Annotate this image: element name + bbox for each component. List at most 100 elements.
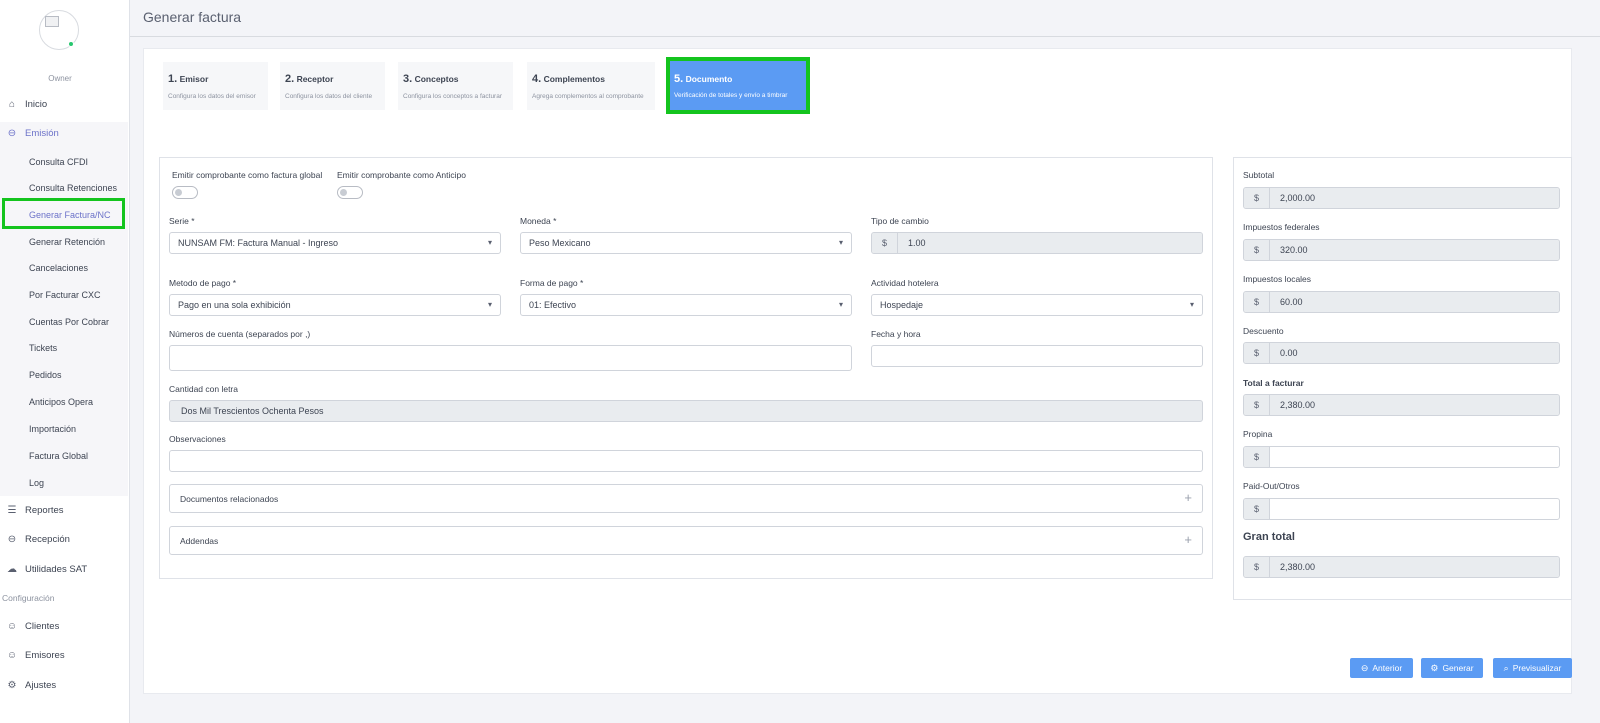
global-invoice-toggle[interactable] bbox=[172, 186, 198, 199]
addendas-accordion[interactable]: Addendas + bbox=[169, 526, 1203, 555]
nav-emision[interactable]: ⊖ Emisión bbox=[0, 122, 128, 144]
accordion-label: Documentos relacionados bbox=[180, 494, 279, 504]
propina-input[interactable] bbox=[1270, 447, 1559, 467]
gran-total-label: Gran total bbox=[1243, 531, 1295, 543]
gran-total-value: 2,380.00 bbox=[1270, 557, 1559, 577]
currency-addon: $ bbox=[1244, 292, 1270, 312]
impuestos-federales-value: 320.00 bbox=[1270, 240, 1559, 260]
fecha-hora-label: Fecha y hora bbox=[871, 329, 921, 339]
subtotal-field: $ 2,000.00 bbox=[1243, 187, 1560, 209]
submenu-consulta-cfdi[interactable]: Consulta CFDI bbox=[29, 154, 88, 170]
descuento-label: Descuento bbox=[1243, 326, 1284, 336]
submenu-importacion[interactable]: Importación bbox=[29, 421, 76, 437]
step-documento[interactable]: 5. Documento Verificación de totales y e… bbox=[666, 57, 810, 114]
paid-out-label: Paid-Out/Otros bbox=[1243, 481, 1300, 491]
step-title: Receptor bbox=[296, 74, 334, 84]
global-toggle-label: Emitir comprobante como factura global bbox=[172, 170, 323, 180]
numeros-cuenta-input[interactable] bbox=[169, 345, 852, 371]
impuestos-locales-label: Impuestos locales bbox=[1243, 274, 1312, 284]
nav-clientes[interactable]: ☺ Clientes bbox=[0, 615, 128, 637]
step-description: Agrega complementos al comprobante bbox=[532, 93, 644, 100]
total-facturar-field: $ 2,380.00 bbox=[1243, 394, 1560, 416]
numeros-cuenta-label: Números de cuenta (separados por ,) bbox=[169, 329, 311, 339]
generar-button[interactable]: ⚙ Generar bbox=[1421, 658, 1483, 678]
currency-addon: $ bbox=[1244, 240, 1270, 260]
paid-out-field[interactable]: $ bbox=[1243, 498, 1560, 520]
nav-label: Emisión bbox=[25, 127, 59, 139]
tipo-cambio-value: 1.00 bbox=[898, 233, 1202, 253]
descuento-field: $ 0.00 bbox=[1243, 342, 1560, 364]
nav-emisores[interactable]: ☺ Emisores bbox=[0, 644, 128, 666]
propina-field[interactable]: $ bbox=[1243, 446, 1560, 468]
nav-ajustes[interactable]: ⚙ Ajustes bbox=[0, 674, 128, 696]
previsualizar-button[interactable]: ⌕ Previsualizar bbox=[1493, 658, 1572, 678]
broken-image-icon bbox=[45, 16, 59, 27]
currency-addon: $ bbox=[1244, 499, 1270, 519]
submenu-anticipos-opera[interactable]: Anticipos Opera bbox=[29, 394, 93, 410]
tipo-cambio-label: Tipo de cambio bbox=[871, 216, 929, 226]
button-label: Anterior bbox=[1372, 663, 1403, 673]
step-description: Verificación de totales y envío a timbra… bbox=[674, 92, 788, 99]
actividad-hotelera-select[interactable]: Hospedaje bbox=[871, 294, 1203, 316]
arrow-circle-icon: ⊖ bbox=[7, 127, 17, 139]
nav-inicio[interactable]: ⌂ Inicio bbox=[0, 93, 128, 115]
gear-icon: ⚙ bbox=[1430, 662, 1439, 673]
forma-pago-select[interactable]: 01: Efectivo bbox=[520, 294, 852, 316]
submenu-tickets[interactable]: Tickets bbox=[29, 340, 57, 356]
step-title: Complementos bbox=[543, 74, 605, 84]
arrow-left-circle-icon: ⊖ bbox=[1360, 662, 1369, 673]
propina-label: Propina bbox=[1243, 429, 1273, 439]
serie-label: Serie * bbox=[169, 216, 195, 226]
moneda-label: Moneda * bbox=[520, 216, 557, 226]
plus-icon: + bbox=[1184, 532, 1192, 547]
submenu-consulta-retenciones[interactable]: Consulta Retenciones bbox=[29, 180, 117, 196]
submenu-cuentas-por-cobrar[interactable]: Cuentas Por Cobrar bbox=[29, 314, 109, 330]
anticipo-toggle[interactable] bbox=[337, 186, 363, 199]
step-number: 3. bbox=[403, 73, 413, 85]
moneda-select[interactable]: Peso Mexicano bbox=[520, 232, 852, 254]
cloud-icon: ☁ bbox=[7, 563, 17, 575]
nav-recepcion[interactable]: ⊖ Recepción bbox=[0, 528, 128, 550]
total-facturar-value: 2,380.00 bbox=[1270, 395, 1559, 415]
paid-out-input[interactable] bbox=[1270, 499, 1559, 519]
impuestos-federales-label: Impuestos federales bbox=[1243, 222, 1320, 232]
anterior-button[interactable]: ⊖ Anterior bbox=[1350, 658, 1413, 678]
submenu-log[interactable]: Log bbox=[29, 475, 44, 491]
currency-addon: $ bbox=[1244, 447, 1270, 467]
users-icon: ☺ bbox=[6, 620, 18, 632]
step-receptor[interactable]: 2. Receptor Configura los datos del clie… bbox=[280, 62, 385, 110]
user-role: Owner bbox=[48, 74, 72, 83]
metodo-pago-select[interactable]: Pago en una sola exhibición bbox=[169, 294, 501, 316]
metodo-pago-label: Metodo de pago * bbox=[169, 278, 237, 288]
step-emisor[interactable]: 1. Emisor Configura los datos del emisor bbox=[163, 62, 268, 110]
currency-addon: $ bbox=[1244, 188, 1270, 208]
documentos-relacionados-accordion[interactable]: Documentos relacionados + bbox=[169, 484, 1203, 513]
avatar[interactable] bbox=[39, 10, 79, 50]
config-section-label: Configuración bbox=[2, 593, 55, 603]
sidebar: Owner ⌂ Inicio ⊖ Emisión Consulta CFDI C… bbox=[0, 0, 130, 723]
step-complementos[interactable]: 4. Complementos Agrega complementos al c… bbox=[527, 62, 655, 110]
nav-utilidades-sat[interactable]: ☁ Utilidades SAT bbox=[0, 558, 128, 580]
submenu-pedidos[interactable]: Pedidos bbox=[29, 367, 62, 383]
step-number: 4. bbox=[532, 73, 542, 85]
submenu-cancelaciones[interactable]: Cancelaciones bbox=[29, 260, 88, 276]
nav-label: Emisores bbox=[25, 649, 65, 661]
step-conceptos[interactable]: 3. Conceptos Configura los conceptos a f… bbox=[398, 62, 513, 110]
step-number: 5. bbox=[674, 73, 684, 85]
step-number: 2. bbox=[285, 73, 295, 85]
impuestos-federales-field: $ 320.00 bbox=[1243, 239, 1560, 261]
nav-reportes[interactable]: ☰ Reportes bbox=[0, 499, 128, 521]
observaciones-input[interactable] bbox=[169, 450, 1203, 472]
serie-select[interactable]: NUNSAM FM: Factura Manual - Ingreso bbox=[169, 232, 501, 254]
nav-label: Recepción bbox=[25, 533, 70, 545]
nav-label: Clientes bbox=[25, 620, 60, 632]
nav-label: Ajustes bbox=[25, 679, 57, 691]
submenu-generar-retencion[interactable]: Generar Retención bbox=[29, 234, 105, 250]
currency-addon: $ bbox=[1244, 343, 1270, 363]
currency-addon: $ bbox=[1244, 395, 1270, 415]
tipo-cambio-field: $ 1.00 bbox=[871, 232, 1203, 254]
submenu-factura-global[interactable]: Factura Global bbox=[29, 448, 88, 464]
fecha-hora-input[interactable] bbox=[871, 345, 1203, 367]
submenu-por-facturar-cxc[interactable]: Por Facturar CXC bbox=[29, 287, 101, 303]
impuestos-locales-field: $ 60.00 bbox=[1243, 291, 1560, 313]
